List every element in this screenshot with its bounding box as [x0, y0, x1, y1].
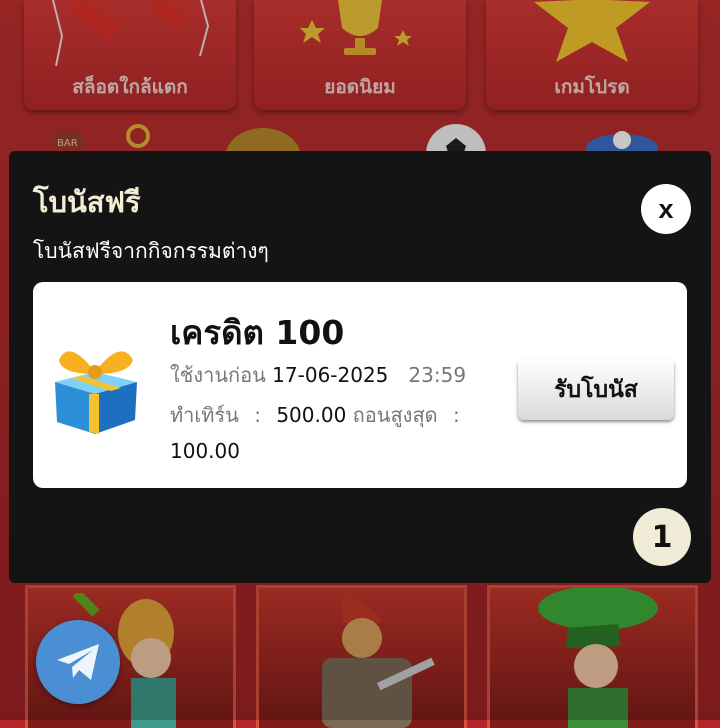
- bonus-card: เครดิต 100 ใช้งานก่อน 17-06-2025 23:59 ทำ…: [33, 282, 687, 488]
- max-withdraw-value: 100.00: [170, 439, 240, 463]
- claim-bonus-button[interactable]: รับโบนัส: [518, 359, 674, 420]
- expiry-time: 23:59: [408, 363, 467, 387]
- telegram-icon: [57, 644, 99, 680]
- bonus-title: เครดิต 100: [170, 313, 345, 352]
- gift-box-icon: [55, 351, 137, 434]
- turnover-value: 500.00: [276, 403, 347, 427]
- close-icon: x: [658, 193, 674, 224]
- modal-subtitle: โบนัสฟรีจากกิจกรรมต่างๆ: [33, 239, 269, 263]
- expiry-date: 17-06-2025: [272, 363, 389, 387]
- expiry-line: ใช้งานก่อน 17-06-2025 23:59: [170, 359, 466, 391]
- turnover-separator: :: [254, 403, 261, 427]
- max-withdraw-separator: :: [453, 403, 460, 427]
- turnover-label: ทำเทิร์น: [170, 403, 239, 427]
- close-button[interactable]: x: [641, 184, 691, 234]
- max-withdraw-label: ถอนสูงสุด: [352, 403, 438, 427]
- expiry-label: ใช้งานก่อน: [170, 363, 266, 387]
- turnover-line: ทำเทิร์น : 500.00 ถอนสูงสุด :: [170, 399, 469, 431]
- modal-title: โบนัสฟรี: [33, 185, 141, 219]
- telegram-button[interactable]: [36, 620, 120, 704]
- page-number-badge: 1: [633, 508, 691, 566]
- free-bonus-modal: โบนัสฟรี โบนัสฟรีจากกิจกรรมต่างๆ x เครดิ…: [9, 151, 711, 583]
